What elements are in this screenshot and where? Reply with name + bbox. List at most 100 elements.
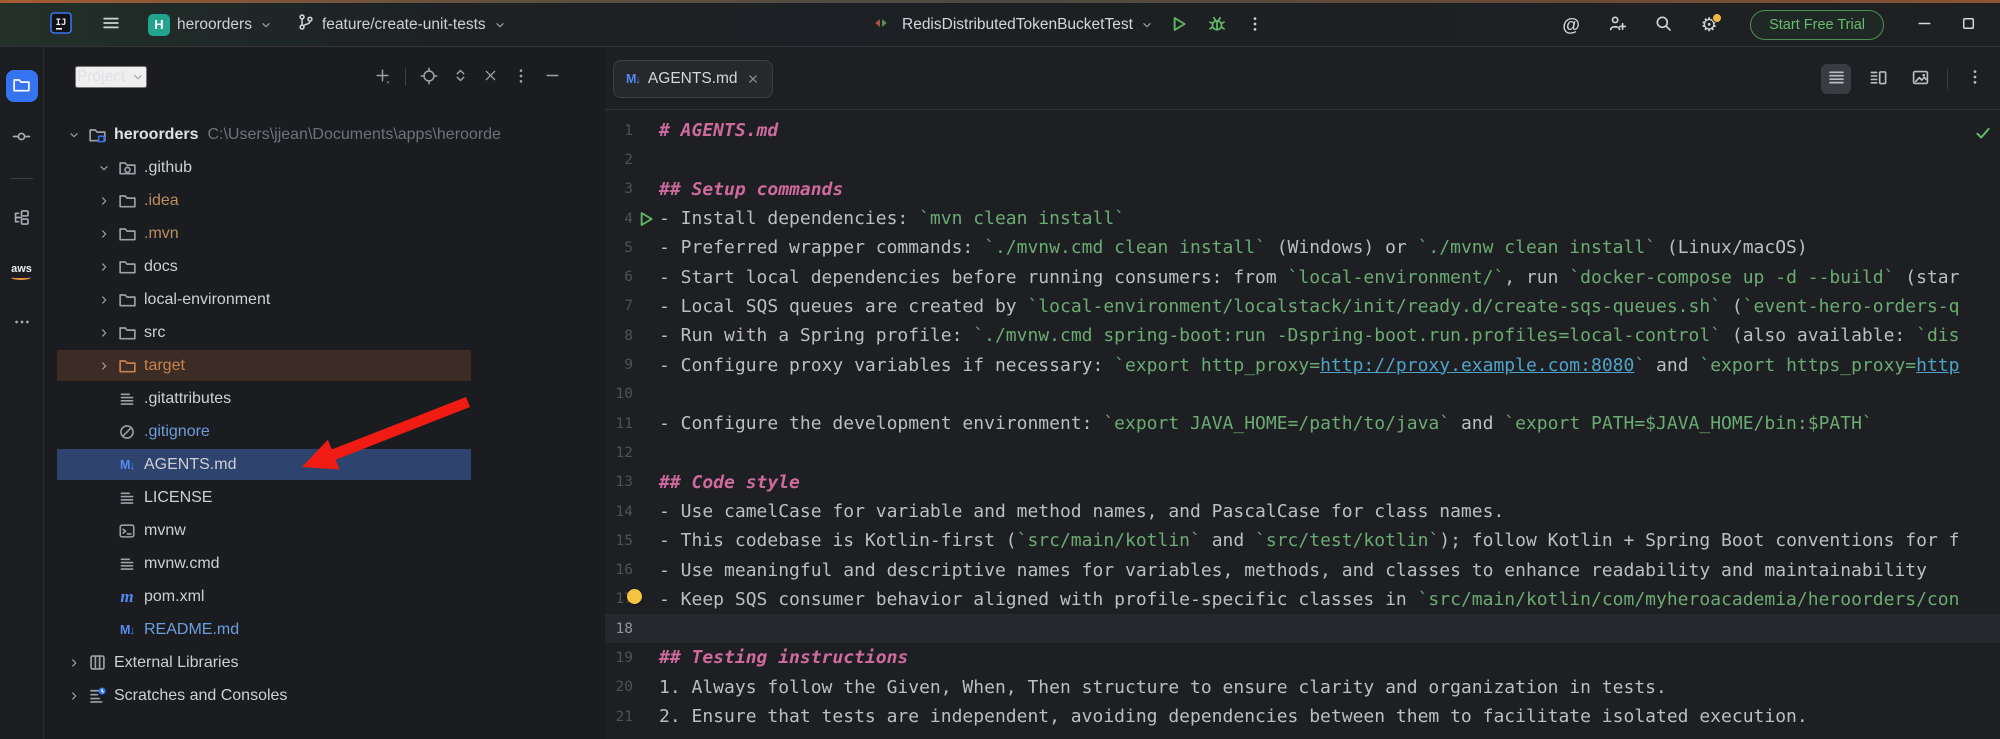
editor-line-3[interactable]: 3 ## Setup commands [605, 175, 2000, 204]
line-number: 13 [615, 474, 633, 491]
run-button[interactable] [1166, 12, 1192, 38]
preview-view-button[interactable] [1905, 64, 1935, 94]
tree-row-.idea[interactable]: .idea [45, 184, 605, 217]
editor-line-8[interactable]: 8 - Run with a Spring profile: `./mvnw.cm… [605, 321, 2000, 350]
start-free-trial-button[interactable]: Start Free Trial [1750, 10, 1884, 40]
code-segment: - Run with a Spring profile: [659, 325, 974, 347]
editor-line-4[interactable]: 4 - Install dependencies: `mvn clean inst… [605, 204, 2000, 233]
plus-button[interactable] [374, 67, 391, 87]
tool-window-button-commit[interactable] [6, 122, 38, 154]
locate-button[interactable] [420, 67, 438, 88]
run-more-button[interactable] [1242, 12, 1268, 38]
tool-window-button-structure[interactable] [6, 203, 38, 235]
chevron-right-icon[interactable] [65, 656, 83, 670]
chevron-down-icon[interactable] [65, 128, 83, 142]
inline-link[interactable]: http [1916, 355, 1959, 376]
maximize-button[interactable] [1956, 15, 1980, 35]
text-file-icon [117, 389, 137, 409]
run-line-marker[interactable] [633, 209, 659, 229]
editor-line-21[interactable]: 21 2. Ensure that tests are independent, … [605, 702, 2000, 731]
tree-row-.gitattributes[interactable]: .gitattributes [45, 382, 605, 415]
editor-line-15[interactable]: 15- This codebase is Kotlin-first (`src/… [605, 526, 2000, 555]
vcs-branch-widget[interactable]: feature/create-unit-tests [297, 13, 507, 36]
editor-line-5[interactable]: 5 - Preferred wrapper commands: `./mvnw.c… [605, 233, 2000, 262]
editor-line-2[interactable]: 2 [605, 145, 2000, 174]
editor-more-button[interactable] [1960, 64, 1990, 94]
chevron-right-icon[interactable] [95, 194, 113, 208]
more-vertical-button[interactable] [512, 67, 530, 88]
tool-window-button-aws[interactable]: aws [6, 255, 38, 287]
minimize-button[interactable] [1912, 15, 1936, 35]
maven-file-icon: m [120, 586, 134, 606]
chevron-right-icon[interactable] [95, 293, 113, 307]
tree-row-.mvn[interactable]: .mvn [45, 217, 605, 250]
editor-line-9[interactable]: 9 - Configure proxy variables if necessar… [605, 350, 2000, 379]
run-configuration-name: RedisDistributedTokenBucketTest [902, 16, 1133, 33]
debug-button[interactable] [1204, 12, 1230, 38]
split-view-view-button[interactable] [1863, 64, 1893, 94]
editor-line-10[interactable]: 10 [605, 380, 2000, 409]
editor-line-6[interactable]: 6 - Start local dependencies before runni… [605, 262, 2000, 291]
tab-agents-md[interactable]: M↓ AGENTS.md [613, 59, 773, 98]
editor-line-7[interactable]: 7 - Local SQS queues are created by `loca… [605, 292, 2000, 321]
project-widget[interactable]: H heroorders [148, 13, 273, 36]
tree-row-agents.md[interactable]: M↓ AGENTS.md [45, 448, 605, 481]
hamburger-menu-button[interactable] [98, 12, 124, 38]
tree-row-scratches-and-consoles[interactable]: Scratches and Consoles [45, 679, 605, 712]
settings-button[interactable]: ⚙ [1696, 12, 1723, 38]
editor-line-11[interactable]: 11 - Configure the development environmen… [605, 409, 2000, 438]
tree-row-local-environment[interactable]: local-environment [45, 283, 605, 316]
tree-row-.github[interactable]: .github [45, 151, 605, 184]
editor-line-19[interactable]: 19 ## Testing instructions [605, 643, 2000, 672]
tree-row-mvnw[interactable]: mvnw [45, 514, 605, 547]
tree-row-.gitignore[interactable]: .gitignore [45, 415, 605, 448]
editor-line-16[interactable]: 16 - Use meaningful and descriptive names… [605, 555, 2000, 584]
editor-line-17[interactable]: 17- Keep SQS consumer behavior aligned w… [605, 585, 2000, 614]
tree-row-mvnw.cmd[interactable]: mvnw.cmd [45, 547, 605, 580]
hide-button[interactable] [544, 67, 561, 87]
structure-icon [12, 208, 31, 230]
editor-line-13[interactable]: 13 ## Code style [605, 468, 2000, 497]
tool-window-button-project[interactable] [5, 70, 38, 102]
editor-line-18[interactable]: 18 [605, 614, 2000, 644]
editor-only-view-button[interactable] [1821, 63, 1851, 94]
line-number: 2 [624, 151, 633, 168]
editor[interactable]: 1 # AGENTS.md 2 3 ## Setup commands 4 - Instal… [605, 110, 2000, 739]
tree-row-readme.md[interactable]: M↓ README.md [45, 613, 605, 646]
tree-row-heroorders[interactable]: heroorders C:\Users\jjean\Documents\apps\… [45, 118, 605, 151]
tool-window-button-more-horizontal[interactable] [6, 307, 38, 339]
editor-line-1[interactable]: 1 # AGENTS.md [605, 116, 2000, 145]
run-configuration-selector[interactable]: RedisDistributedTokenBucketTest [902, 16, 1154, 34]
close-tab-icon[interactable] [746, 72, 760, 86]
code-with-me-button[interactable] [1604, 12, 1630, 38]
chevron-down-icon[interactable] [95, 161, 113, 175]
editor-line-14[interactable]: 14 - Use camelCase for variable and metho… [605, 497, 2000, 526]
chevron-right-icon[interactable] [95, 359, 113, 373]
inline-link[interactable]: http://proxy.example.com:8080 [1320, 355, 1634, 376]
search-button[interactable] [1650, 12, 1676, 38]
chevron-right-icon[interactable] [95, 227, 113, 241]
tree-row-src[interactable]: src [45, 316, 605, 349]
chevron-right-icon[interactable] [95, 260, 113, 274]
editor-line-12[interactable]: 12 [605, 438, 2000, 467]
code-segment: ## Setup commands [659, 178, 844, 200]
tree-row-docs[interactable]: docs [45, 250, 605, 283]
markdown-file-icon: M↓ [120, 622, 135, 637]
collapse-all-button[interactable] [483, 68, 498, 86]
markdown-file-icon: M↓ [626, 71, 641, 86]
app-menu-button[interactable]: IJ [48, 12, 74, 38]
settings-icon: ⚙ [1700, 14, 1718, 36]
scratches-icon [87, 686, 107, 706]
project-view-selector[interactable]: Project [75, 66, 148, 88]
ai-assistant-button[interactable]: @ [1558, 12, 1584, 38]
intention-bulb-icon[interactable] [627, 588, 642, 604]
tree-row-pom.xml[interactable]: m pom.xml [45, 580, 605, 613]
tree-row-external-libraries[interactable]: External Libraries [45, 646, 605, 679]
code-segment: # AGENTS.md [659, 120, 779, 142]
chevron-right-icon[interactable] [65, 689, 83, 703]
expand-all-button[interactable] [452, 67, 469, 87]
chevron-right-icon[interactable] [95, 326, 113, 340]
tree-row-target[interactable]: target [45, 349, 605, 382]
editor-line-20[interactable]: 20 1. Always follow the Given, When, Then… [605, 673, 2000, 702]
tree-row-license[interactable]: LICENSE [45, 481, 605, 514]
